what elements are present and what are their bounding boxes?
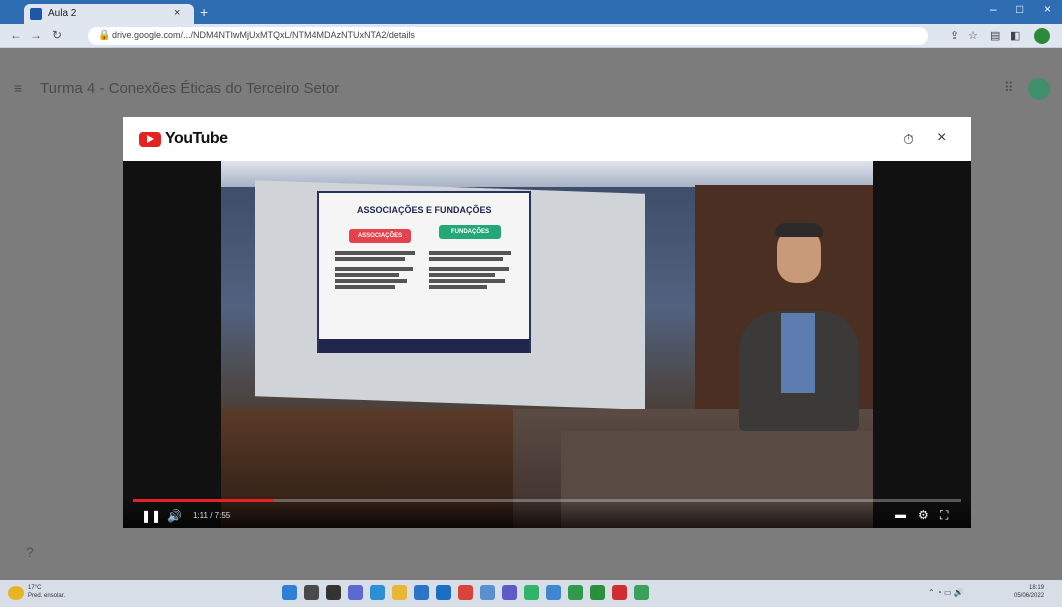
presenter-hair [775, 223, 823, 237]
drive-favicon-icon [30, 8, 42, 20]
help-icon[interactable]: ? [26, 544, 34, 560]
taskbar-app-task-view-icon[interactable] [326, 585, 341, 600]
youtube-logo-icon[interactable] [139, 132, 161, 147]
volume-icon[interactable]: 🔊 [167, 509, 182, 523]
youtube-wordmark[interactable]: YouTube [165, 130, 228, 148]
slide-footer-band [319, 339, 529, 353]
new-tab-button[interactable]: + [200, 4, 208, 20]
slide-right-text-block [429, 249, 515, 291]
maximize-button[interactable]: □ [1016, 2, 1023, 16]
taskbar-app-office-icon[interactable] [458, 585, 473, 600]
page-title[interactable]: Turma 4 - Conexões Éticas do Terceiro Se… [40, 80, 339, 97]
captions-icon[interactable]: ▬ [895, 509, 906, 521]
extension-icon[interactable]: ▤ [990, 29, 1000, 42]
weather-desc: Pred. ensolar. [28, 593, 66, 599]
slide: ASSOCIAÇÕES E FUNDAÇÕES ASSOCIAÇÕES FUND… [317, 191, 531, 353]
bookmark-star-icon[interactable]: ☆ [968, 29, 978, 42]
taskbar-app-teams-icon[interactable] [502, 585, 517, 600]
youtube-modal: YouTube ⏱ × ASSOCIAÇÕES E FUNDAÇÕES ASSO… [123, 117, 971, 528]
presenter-shirt [781, 313, 815, 393]
weather-temp: 17°C [28, 585, 42, 591]
system-tray[interactable]: ⌃ ◔ ▭ 🔊 [928, 588, 964, 597]
avatar[interactable] [1028, 78, 1050, 100]
taskbar-app-whatsapp-icon[interactable] [524, 585, 539, 600]
google-apps-icon[interactable]: ⠿ [1004, 80, 1014, 96]
slide-left-text-block [335, 249, 421, 291]
progress-fill [133, 499, 274, 502]
taskbar-app-search-icon[interactable] [304, 585, 319, 600]
hamburger-menu-icon[interactable]: ≡ [14, 80, 22, 96]
fullscreen-icon[interactable]: ⛶ [940, 508, 948, 523]
taskbar-app-start-icon[interactable] [282, 585, 297, 600]
taskbar-app-chrome-2-icon[interactable] [634, 585, 649, 600]
modal-header: YouTube ⏱ × [123, 117, 971, 161]
taskbar-app-chat-icon[interactable] [348, 585, 363, 600]
back-arrow-icon[interactable]: ← [10, 28, 22, 42]
weather-sun-icon[interactable] [8, 586, 24, 600]
taskbar-app-mail-icon[interactable] [436, 585, 451, 600]
video-frame: ASSOCIAÇÕES E FUNDAÇÕES ASSOCIAÇÕES FUND… [221, 161, 873, 528]
lock-icon: 🔒 [98, 30, 111, 41]
minimize-button[interactable]: – [990, 2, 997, 16]
taskbar-app-calendar-icon[interactable] [546, 585, 561, 600]
profile-avatar[interactable] [1034, 28, 1050, 44]
reload-icon[interactable]: ↻ [52, 28, 62, 42]
progress-bar[interactable] [133, 499, 961, 502]
puzzle-icon[interactable]: ◧ [1010, 29, 1020, 42]
taskbar-app-acrobat-icon[interactable] [612, 585, 627, 600]
slide-title: ASSOCIAÇÕES E FUNDAÇÕES [357, 205, 492, 215]
close-modal-button[interactable]: × [937, 129, 946, 147]
clock-date: 05/06/2022 [1014, 593, 1045, 599]
slide-left-heading: ASSOCIAÇÕES [349, 229, 411, 243]
slide-right-heading: FUNDAÇÕES [439, 225, 501, 239]
share-icon[interactable]: ⇪ [950, 29, 959, 42]
url-text[interactable]: drive.google.com/.../NDM4NTIwMjUxMTQxL/N… [112, 30, 892, 40]
taskbar-app-store-icon[interactable] [414, 585, 429, 600]
settings-gear-icon[interactable]: ⚙ [918, 508, 929, 522]
taskbar-app-chrome-icon[interactable] [568, 585, 583, 600]
tab-strip: Aula 2 × + – □ × [0, 0, 1062, 24]
browser-toolbar: ← → ↻ 🔒 drive.google.com/.../NDM4NTIwMjU… [0, 24, 1062, 48]
close-window-button[interactable]: × [1044, 2, 1051, 16]
watch-later-icon[interactable]: ⏱ [903, 131, 914, 148]
browser-tab[interactable]: Aula 2 × [24, 4, 194, 24]
weather-widget[interactable]: 17°C Pred. ensolar. [28, 584, 65, 600]
taskbar-app-spotify-icon[interactable] [590, 585, 605, 600]
tab-title: Aula 2 [48, 8, 77, 19]
tab-close-icon[interactable]: × [174, 7, 180, 19]
taskbar-app-explorer-icon[interactable] [392, 585, 407, 600]
screen: Aula 2 × + – □ × ← → ↻ 🔒 drive.google.co… [0, 0, 1062, 607]
clock-time: 18:19 [1029, 585, 1045, 591]
time-display: 1:11 / 7:55 [193, 511, 231, 520]
video-player[interactable]: ASSOCIAÇÕES E FUNDAÇÕES ASSOCIAÇÕES FUND… [123, 161, 971, 528]
taskbar-app-photos-icon[interactable] [480, 585, 495, 600]
address-bar[interactable]: 🔒 drive.google.com/.../NDM4NTIwMjUxMTQxL… [88, 27, 928, 45]
pause-button[interactable]: ❚❚ [141, 509, 161, 523]
taskbar: 17°C Pred. ensolar. ⌃ ◔ ▭ 🔊 18:19 05/06/… [0, 580, 1062, 607]
taskbar-app-edge-icon[interactable] [370, 585, 385, 600]
forward-arrow-icon[interactable]: → [30, 28, 42, 42]
taskbar-clock[interactable]: 18:19 05/06/2022 [1014, 584, 1044, 600]
